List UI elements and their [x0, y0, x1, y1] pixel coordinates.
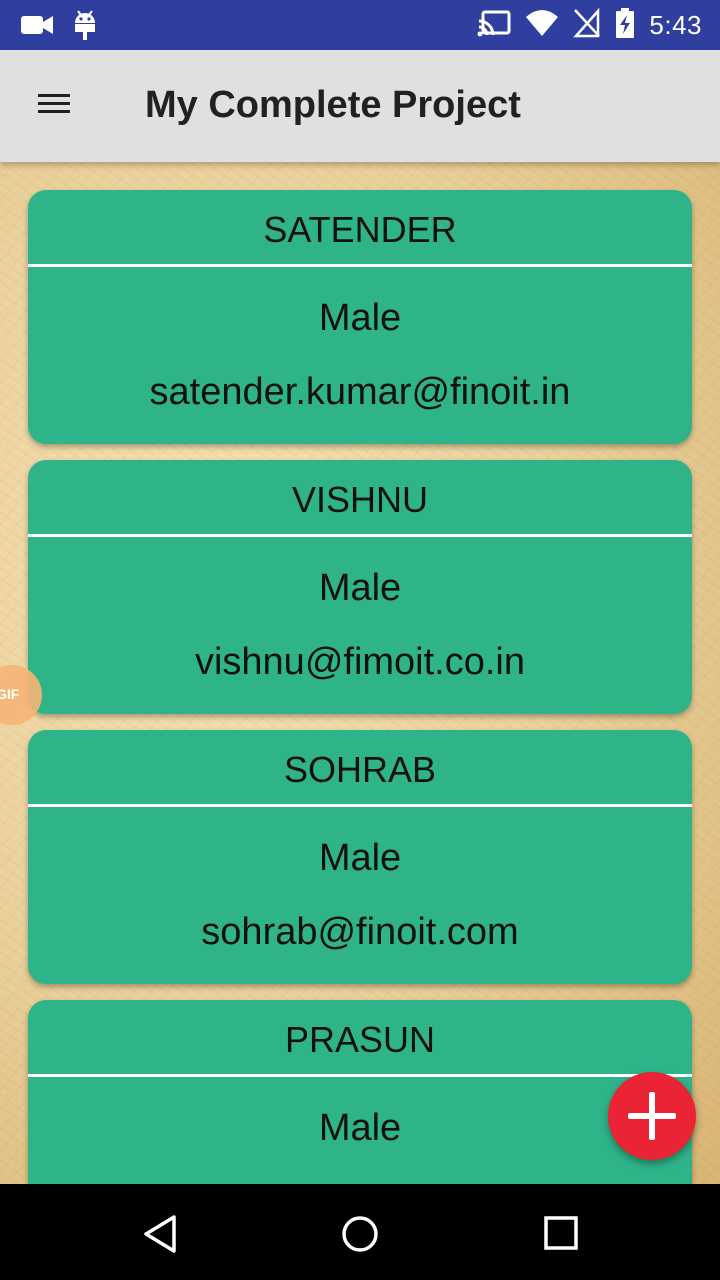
- user-name: VISHNU: [28, 460, 692, 537]
- user-email: vishnu@fimoit.co.in: [194, 641, 526, 683]
- user-card[interactable]: PRASUN Male: [28, 1000, 692, 1184]
- cast-icon: [477, 9, 511, 42]
- no-sim-icon: [573, 7, 601, 43]
- home-icon[interactable]: [340, 1214, 380, 1254]
- status-bar: 5:43: [0, 0, 720, 50]
- android-icon: [72, 9, 98, 46]
- user-name: SOHRAB: [28, 730, 692, 807]
- user-gender: Male: [318, 1107, 402, 1149]
- user-card[interactable]: SOHRAB Male sohrab@finoit.com: [28, 730, 692, 984]
- user-card[interactable]: SATENDER Male satender.kumar@finoit.in: [28, 190, 692, 444]
- user-gender: Male: [318, 567, 402, 609]
- status-time: 5:43: [649, 10, 702, 40]
- user-list: SATENDER Male satender.kumar@finoit.in V…: [28, 190, 692, 1184]
- user-email: [28, 1177, 692, 1184]
- user-name: SATENDER: [28, 190, 692, 267]
- gif-label: GIF: [0, 686, 20, 702]
- battery-charging-icon: [615, 7, 635, 44]
- app-title: My Complete Project: [145, 84, 521, 126]
- user-gender: Male: [318, 837, 402, 879]
- add-button[interactable]: [608, 1072, 696, 1160]
- wifi-icon: [525, 9, 559, 42]
- hamburger-menu-icon[interactable]: [36, 90, 76, 124]
- video-camera-icon: [20, 13, 54, 42]
- app-bar: My Complete Project: [0, 50, 720, 162]
- content-area: SATENDER Male satender.kumar@finoit.in V…: [0, 162, 720, 1184]
- navigation-bar: [0, 1184, 720, 1280]
- user-email: satender.kumar@finoit.in: [149, 371, 571, 413]
- back-icon[interactable]: [140, 1214, 180, 1254]
- recents-icon[interactable]: [542, 1214, 582, 1254]
- user-card[interactable]: VISHNU Male vishnu@fimoit.co.in: [28, 460, 692, 714]
- user-email: sohrab@finoit.com: [201, 911, 519, 953]
- user-name: PRASUN: [28, 1000, 692, 1077]
- user-gender: Male: [318, 297, 402, 339]
